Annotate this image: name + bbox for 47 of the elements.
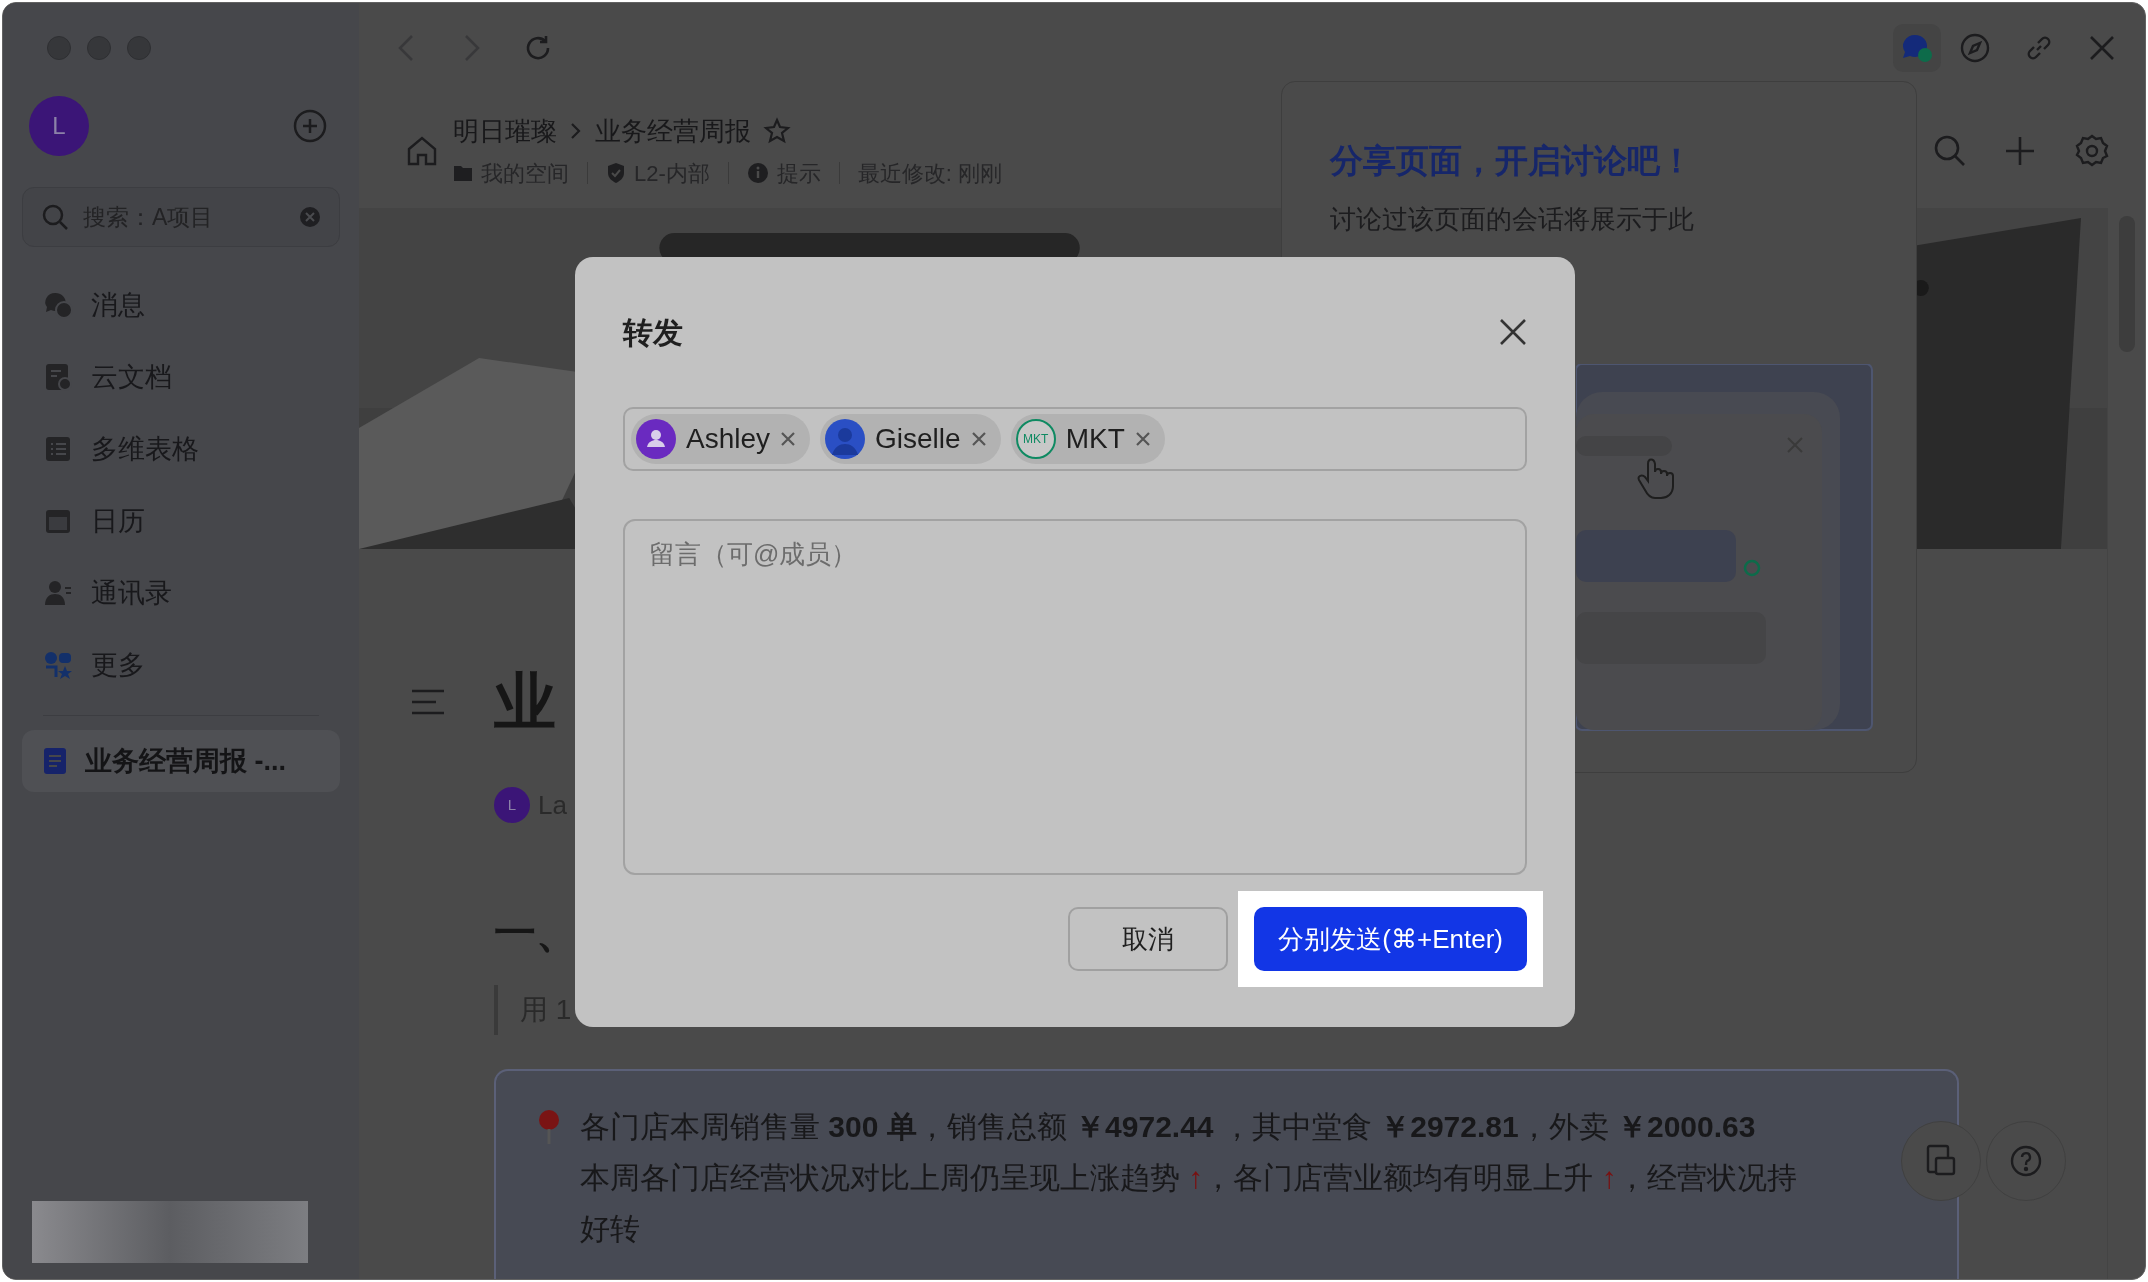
outline-icon[interactable] [411, 689, 445, 715]
author-avatar: L [494, 787, 530, 823]
callout-text: 好转 [580, 1211, 641, 1247]
avatar-icon [636, 419, 676, 459]
chat-icon [43, 290, 73, 320]
info-icon [746, 162, 769, 184]
settings-icon[interactable] [2075, 133, 2109, 168]
user-avatar[interactable]: L [29, 96, 89, 156]
chat-icon [1901, 33, 1933, 63]
table-icon [43, 434, 73, 464]
folder-icon [453, 164, 473, 182]
minimize-window-button[interactable] [87, 36, 111, 60]
callout-text: 各门店本周销售量 300 单，销售总额 ￥4972.44 ，其中堂食 ￥2972.81，外卖 ￥2000.63 [580, 1109, 1757, 1145]
search-icon[interactable] [1933, 133, 1967, 168]
clear-icon[interactable] [299, 206, 321, 228]
group-avatar: MKT [1015, 419, 1056, 459]
recipient-chip[interactable]: MKT MKT [1010, 414, 1165, 464]
apps-icon [43, 650, 73, 680]
recipients-field[interactable]: Ashley Giselle MKT MKT [623, 407, 1527, 471]
cancel-button[interactable]: 取消 [1068, 907, 1229, 971]
search-icon [41, 203, 69, 231]
add-icon[interactable] [293, 109, 327, 143]
document-icon [1926, 1144, 1956, 1178]
send-button[interactable]: 分别发送(⌘+Enter) [1254, 907, 1527, 971]
close-window-button[interactable] [47, 36, 71, 60]
compass-icon[interactable] [1959, 32, 1991, 64]
contacts-icon [43, 578, 73, 608]
dialog-title: 转发 [623, 314, 683, 351]
close-icon[interactable] [1499, 318, 1527, 346]
help-icon [2010, 1145, 2042, 1177]
message-field[interactable]: 留言（可@成员） [623, 519, 1527, 875]
document-icon [43, 362, 73, 392]
remove-icon[interactable] [780, 431, 797, 447]
recent-doc-item[interactable]: 业务经营周报 -... [22, 730, 340, 792]
callout-text: 本周各门店经营状况对比上周仍呈现上涨趋势 ↑，各门店营业额均有明显上升 ↑，经营状况持 [580, 1160, 1797, 1196]
chevron-right-icon [569, 121, 583, 141]
avatar-icon [825, 419, 866, 459]
star-icon[interactable] [763, 117, 791, 145]
shield-icon [606, 162, 626, 184]
remove-icon[interactable] [970, 431, 987, 447]
maximize-window-button[interactable] [127, 36, 151, 60]
recipient-chip[interactable]: Ashley [631, 414, 811, 464]
recipient-chip[interactable]: Giselle [820, 414, 1001, 464]
pin-icon [536, 1109, 562, 1145]
document-icon [43, 747, 67, 775]
chat-button[interactable] [1893, 24, 1941, 72]
remove-icon[interactable] [1134, 431, 1151, 447]
